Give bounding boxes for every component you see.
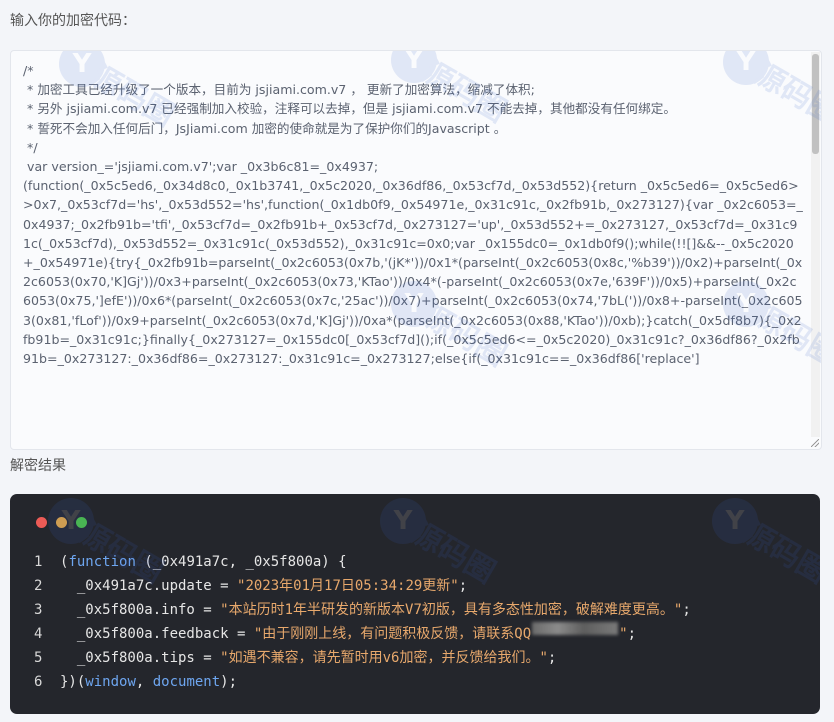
code-keyword: function [68,554,136,570]
yellow-dot-icon [56,517,67,528]
code-keyword: document [152,674,221,690]
redacted-contact [532,622,619,635]
code-punct: })( [60,674,86,690]
code-punct: , [135,674,153,690]
watermark-logo-icon: Y [712,498,758,544]
input-scrollbar-thumb[interactable] [812,54,819,154]
code-text: _0x5f800a.tips = [60,650,221,666]
result-code-panel: 1 (function (_0x491a7c, _0x5f800a) { 2 _… [10,494,820,714]
line-number: 1 [34,554,43,570]
watermark-logo-icon: Y [48,498,94,544]
code-line-2: 2 _0x491a7c.update = "2023年01月17日05:34:2… [34,574,810,598]
code-string: "2023年01月17日05:34:29更新" [237,578,459,594]
code-text: _0x491a7c.update = [60,578,238,594]
input-scrollbar[interactable] [811,52,820,437]
result-code: 1 (function (_0x491a7c, _0x5f800a) { 2 _… [34,550,810,694]
code-keyword: window [85,674,136,690]
line-number: 3 [34,602,43,618]
code-text: _0x5f800a.info = [60,602,221,618]
code-line-5: 5 _0x5f800a.tips = "如遇不兼容，请先暂时用v6加密，并反馈给… [34,646,810,670]
code-input-text[interactable]: /* * 加密工具已经升级了一个版本，目前为 jsjiami.com.v7 ， … [23,61,803,449]
code-text: _0x5f800a.feedback = [60,626,254,642]
code-text: (_0x491a7c, _0x5f800a) { [135,554,347,570]
code-line-1: 1 (function (_0x491a7c, _0x5f800a) { [34,550,810,574]
line-number: 4 [34,626,43,642]
watermark-logo-icon: Y [380,498,426,544]
code-string: "本站历时1年半研发的新版本V7初版，具有多态性加密，破解难度更高。" [220,602,683,618]
code-punct: ; [458,578,468,594]
code-punct: ; [627,626,637,642]
green-dot-icon [76,517,87,528]
result-section-label: 解密结果 [10,458,66,474]
code-punct: ; [547,650,557,666]
code-punct: ); [220,674,238,690]
resize-grip-icon[interactable] [811,439,819,447]
code-string: "由于刚刚上线，有问题积极反馈，请联系QQ [253,626,532,642]
code-punct: ( [60,554,69,570]
code-punct: ; [682,602,691,618]
line-number: 2 [34,578,43,594]
code-line-3: 3 _0x5f800a.info = "本站历时1年半研发的新版本V7初版，具有… [34,598,810,622]
code-input-textarea[interactable]: /* * 加密工具已经升级了一个版本，目前为 jsjiami.com.v7 ， … [10,50,822,450]
code-string: " [619,626,628,642]
code-line-6: 6 })(window, document); [34,670,810,694]
input-section-label: 输入你的加密代码： [10,13,136,29]
red-dot-icon [36,517,47,528]
line-number: 6 [34,674,43,690]
code-string: "如遇不兼容，请先暂时用v6加密，并反馈给我们。" [220,650,548,666]
line-number: 5 [34,650,43,666]
code-line-4: 4 _0x5f800a.feedback = "由于刚刚上线，有问题积极反馈，请… [34,622,810,646]
